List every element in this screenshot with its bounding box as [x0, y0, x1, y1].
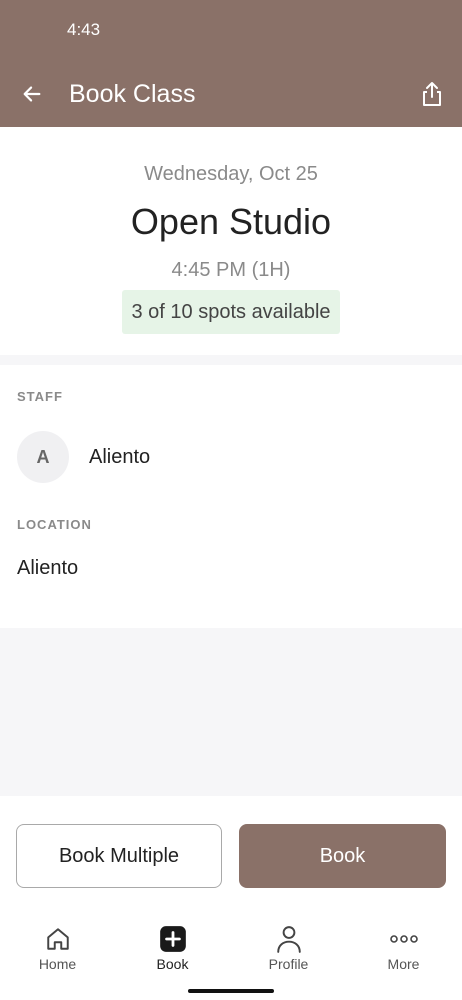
- arrow-left-icon: [23, 86, 41, 102]
- empty-area: [0, 628, 462, 796]
- more-dots-icon: [389, 924, 419, 954]
- class-summary: Wednesday, Oct 25 Open Studio 4:45 PM (1…: [0, 127, 462, 355]
- person-icon: [274, 924, 304, 954]
- share-button[interactable]: [416, 78, 448, 110]
- plus-square-icon: [158, 924, 188, 954]
- staff-name[interactable]: Aliento: [89, 446, 150, 469]
- tab-profile[interactable]: Profile: [231, 916, 346, 976]
- tab-more-label: More: [387, 956, 420, 972]
- location-name[interactable]: Aliento: [17, 557, 78, 580]
- bottom-tab-bar: Home Book Profile More: [0, 916, 462, 980]
- tab-home-label: Home: [38, 956, 77, 972]
- home-indicator: [188, 989, 274, 993]
- location-section-label: LOCATION: [17, 517, 92, 532]
- status-time: 4:43: [67, 20, 101, 39]
- app-header: 4:43 Book Class: [0, 0, 462, 127]
- class-time: 4:45 PM (1H): [171, 259, 291, 281]
- class-date: Wednesday, Oct 25: [144, 163, 318, 185]
- staff-avatar: A: [17, 431, 69, 483]
- tab-profile-label: Profile: [268, 956, 309, 972]
- staff-section-label: STAFF: [17, 389, 63, 404]
- book-button[interactable]: Book: [239, 824, 446, 888]
- tab-more[interactable]: More: [346, 916, 461, 976]
- class-name: Open Studio: [130, 201, 332, 242]
- share-icon: [423, 82, 441, 106]
- home-icon: [43, 924, 73, 954]
- back-button[interactable]: [16, 78, 48, 110]
- tab-book-label: Book: [156, 956, 189, 972]
- tab-home[interactable]: Home: [0, 916, 115, 976]
- tab-book[interactable]: Book: [115, 916, 230, 976]
- page-title: Book Class: [69, 80, 196, 108]
- section-divider: [0, 355, 462, 365]
- spots-available-badge: 3 of 10 spots available: [122, 290, 340, 334]
- book-multiple-button[interactable]: Book Multiple: [16, 824, 222, 888]
